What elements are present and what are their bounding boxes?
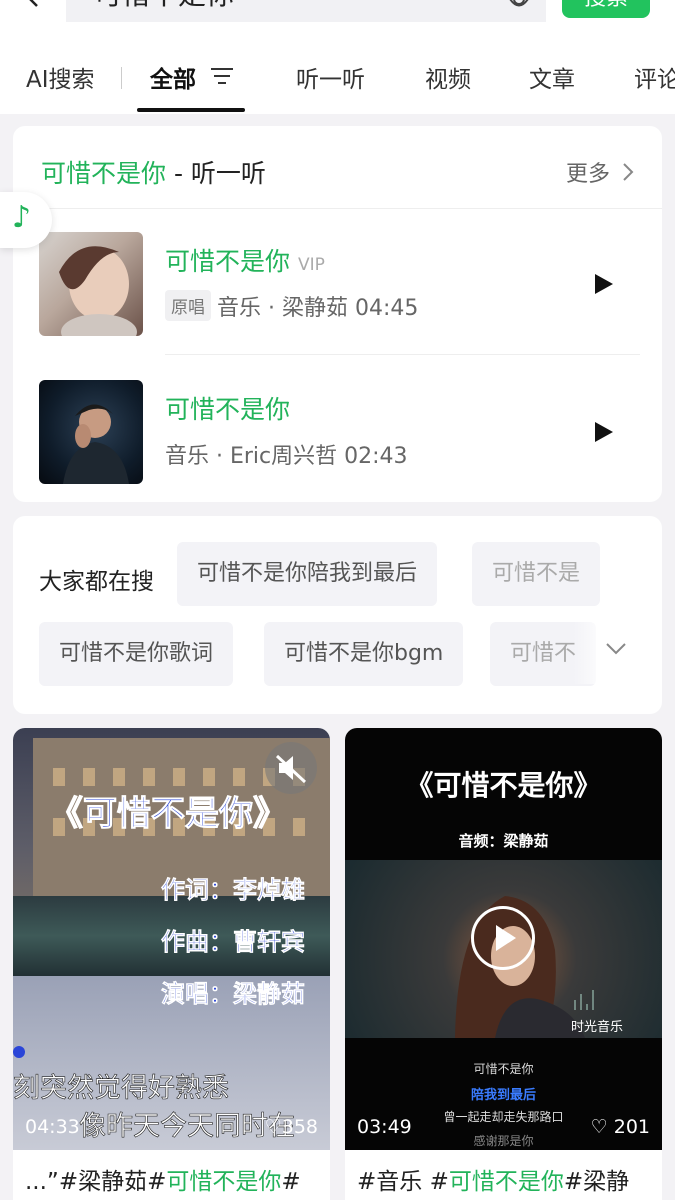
search-bar: 可惜不是你 搜索 [0, 0, 675, 32]
caption-suffix: #梁静 [563, 1169, 630, 1195]
tab-video[interactable]: 视频 [425, 60, 471, 94]
lyric-line-highlight: 陪我到最后 [470, 1088, 536, 1103]
caption-prefix: ...”#梁静茹# [25, 1169, 167, 1195]
tab-comments[interactable]: 评论 [634, 60, 675, 94]
trending-chip[interactable]: 可惜不是你陪我到最后 [177, 542, 438, 606]
music-note-icon: ♪ [12, 200, 32, 235]
music-results-card: 可惜不是你 - 听一听 更多 可惜不是你 VIP 原唱 音乐 · 梁静茹 04:45 [13, 126, 662, 502]
back-arrow-icon[interactable] [22, 0, 44, 8]
video-overlay-title: 《可惜不是你》 [405, 769, 602, 802]
trending-label: 大家都在搜 [39, 569, 154, 595]
video-card[interactable]: 《可惜不是你》 作词：李焯雄 作曲：曹轩宾 演唱：梁静茹 刻突然觉得好熟悉 像昨… [13, 728, 330, 1200]
album-cover [39, 380, 143, 484]
tab-ai-search[interactable]: AI搜索 [26, 60, 95, 94]
lyricist-credit: 作词：李焯雄 [161, 876, 306, 905]
search-button[interactable]: 搜索 [562, 0, 650, 18]
caption-suffix: # [281, 1169, 301, 1195]
video-overlay-title: 《可惜不是你》 [49, 794, 288, 835]
play-icon[interactable] [593, 272, 615, 296]
song-title: 可惜不是你 [165, 390, 290, 426]
chevron-down-icon[interactable] [605, 642, 627, 656]
trending-searches-card: 大家都在搜 可惜不是你陪我到最后 可惜不是 可惜不是你歌词 可惜不是你bgm 可… [13, 516, 662, 714]
tab-all[interactable]: 全部 [150, 60, 196, 94]
caption-prefix: #音乐 # [357, 1169, 449, 1195]
section-suffix: - 听一听 [166, 159, 266, 188]
play-icon[interactable] [593, 420, 615, 444]
filter-icon[interactable] [210, 66, 234, 86]
song-title-text: 可惜不是你 [165, 247, 291, 276]
original-badge: 原唱 [165, 290, 211, 321]
song-meta: 音乐 · Eric周兴哲 02:43 [165, 444, 408, 469]
tab-article[interactable]: 文章 [529, 60, 575, 94]
song-title: 可惜不是你 VIP [165, 242, 325, 278]
lyric-line: 可惜不是你 [473, 1062, 534, 1076]
video-caption: #音乐 #可惜不是你#梁静 [357, 1162, 629, 1196]
song-meta-text: 音乐 · 梁静茹 04:45 [217, 296, 419, 321]
divider [165, 354, 640, 355]
lyric-line: 像昨天今天同时在 [79, 1111, 296, 1143]
song-meta: 原唱 音乐 · 梁静茹 04:45 [165, 290, 418, 322]
video-brand: 时光音乐 [571, 1020, 624, 1035]
video-likes: ♡ 201 [590, 1116, 650, 1138]
search-query: 可惜不是你 [94, 0, 234, 10]
video-duration: 03:49 [357, 1116, 412, 1138]
microphone-icon[interactable] [506, 0, 532, 12]
divider [13, 208, 662, 209]
likes-count: 358 [281, 1116, 318, 1138]
more-link[interactable]: 更多 [566, 156, 610, 188]
video-caption: ...”#梁静茹#可惜不是你# [25, 1162, 301, 1196]
tab-bar: AI搜索 全部 听一听 视频 文章 评论 [0, 22, 675, 114]
audio-credit: 音频：梁静茹 [458, 832, 549, 850]
video-thumbnail: 《可惜不是你》 音频：梁静茹 时光音乐 可惜不是你 陪我到最后 曾一起走却走失那… [345, 728, 662, 1150]
song-item[interactable]: 可惜不是你 音乐 · Eric周兴哲 02:43 [13, 376, 662, 496]
trending-chip[interactable]: 可惜不是你歌词 [39, 622, 234, 686]
chevron-right-icon[interactable] [622, 162, 634, 182]
video-card[interactable]: 《可惜不是你》 音频：梁静茹 时光音乐 可惜不是你 陪我到最后 曾一起走却走失那… [345, 728, 662, 1200]
video-thumbnail: 《可惜不是你》 作词：李焯雄 作曲：曹轩宾 演唱：梁静茹 刻突然觉得好熟悉 像昨… [13, 728, 330, 1150]
tab-listen[interactable]: 听一听 [296, 60, 365, 94]
lyric-line: 刻突然觉得好熟悉 [13, 1073, 229, 1105]
song-title-text: 可惜不是你 [165, 395, 291, 424]
composer-credit: 作曲：曹轩宾 [161, 928, 306, 957]
caption-keyword[interactable]: 可惜不是你 [166, 1169, 281, 1195]
album-cover [39, 232, 143, 336]
song-item[interactable]: 可惜不是你 VIP 原唱 音乐 · 梁静茹 04:45 [13, 228, 662, 348]
play-button[interactable] [471, 906, 535, 970]
tab-divider [121, 67, 122, 89]
section-keyword: 可惜不是你 [41, 159, 167, 188]
video-likes: ♡358 [264, 1116, 318, 1138]
vip-badge: VIP [298, 255, 325, 275]
trending-chip[interactable]: 可惜不是 [472, 542, 601, 606]
active-tab-indicator [137, 108, 245, 112]
lyric-dot [13, 1046, 25, 1058]
singer-credit: 演唱：梁静茹 [161, 980, 306, 1009]
music-section-title: 可惜不是你 - 听一听 [41, 154, 266, 190]
trending-chip[interactable]: 可惜不是你bgm [264, 622, 464, 686]
caption-keyword[interactable]: 可惜不是你 [449, 1169, 564, 1195]
video-duration: 04:33 [25, 1116, 80, 1138]
likes-count: 201 [613, 1116, 650, 1138]
